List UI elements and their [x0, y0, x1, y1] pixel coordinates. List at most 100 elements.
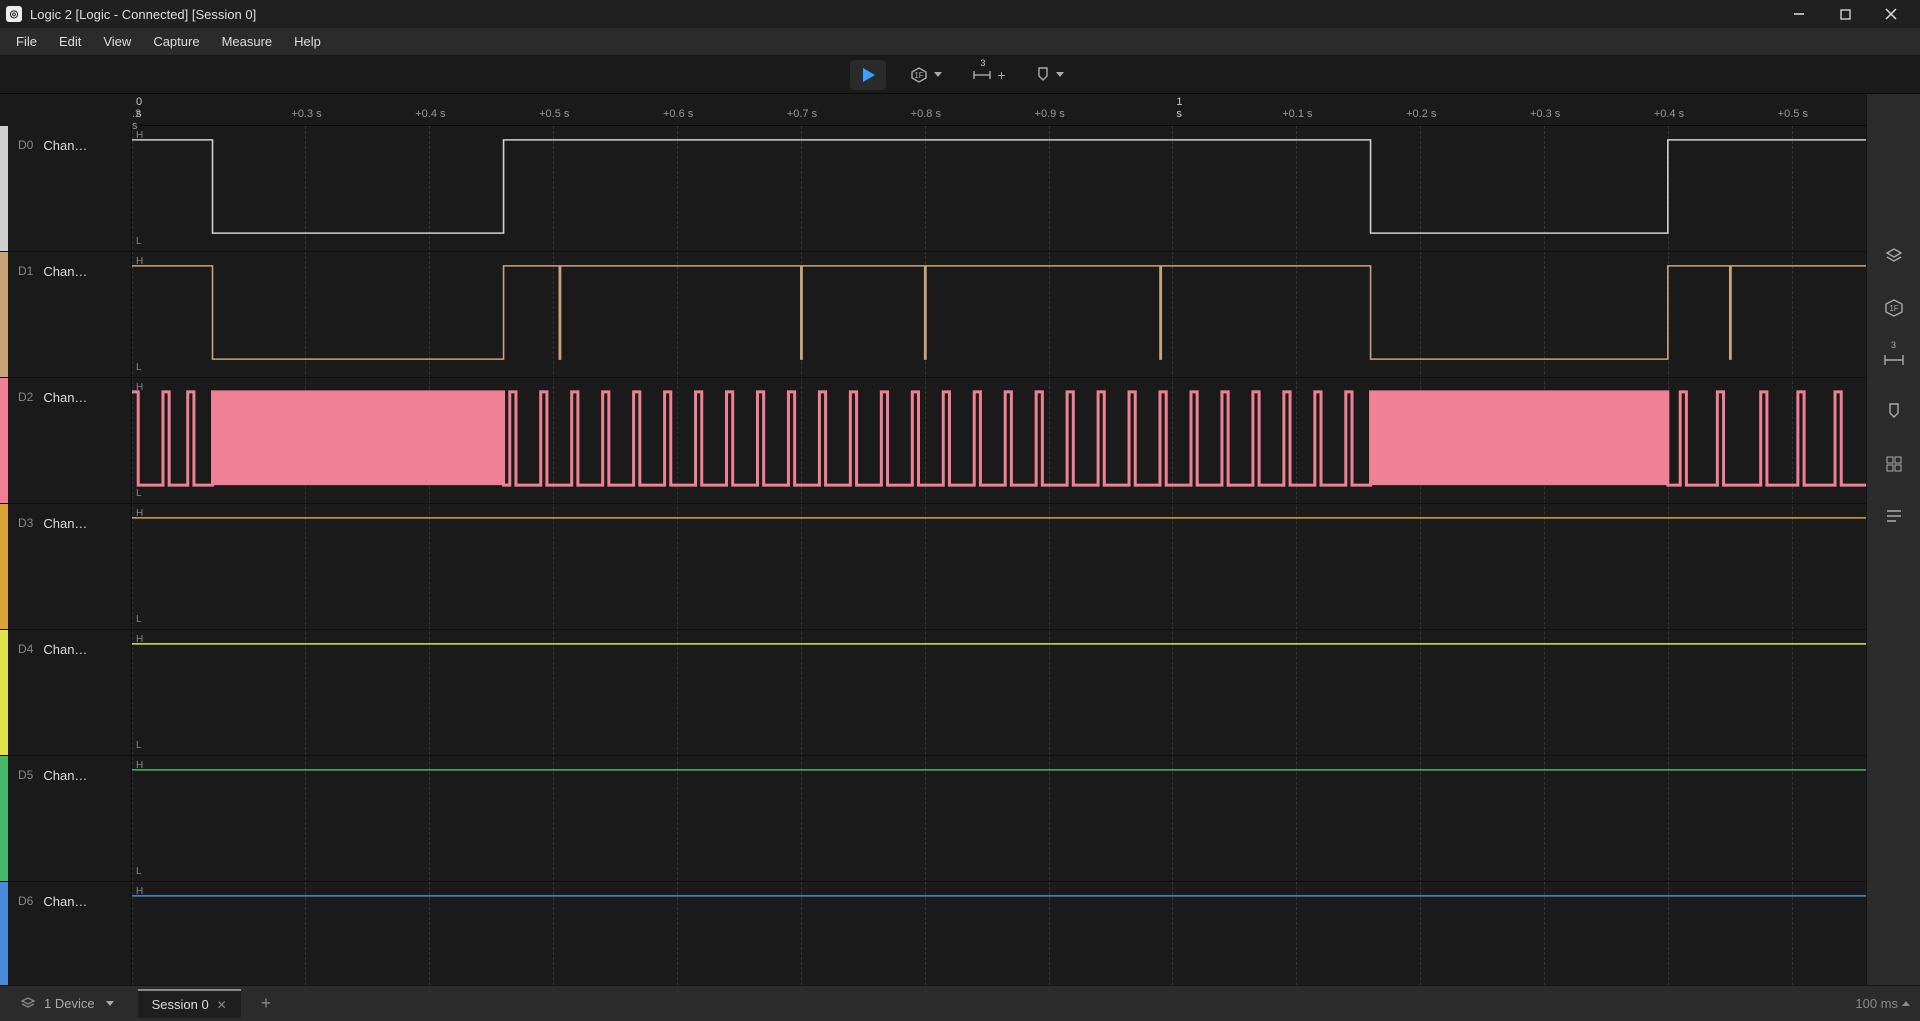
- markers-button[interactable]: [1030, 60, 1070, 90]
- channel-row[interactable]: D4 Chan… HL: [0, 630, 1866, 756]
- channel-color-bar: [0, 756, 8, 881]
- ruler-minor-label: +0.5 s: [1778, 108, 1808, 120]
- svg-text:1F: 1F: [915, 71, 924, 80]
- menu-capture[interactable]: Capture: [143, 30, 209, 53]
- maximize-button[interactable]: [1822, 0, 1868, 28]
- menu-edit[interactable]: Edit: [49, 30, 91, 53]
- channel-waveform[interactable]: HL: [132, 504, 1866, 629]
- menubar: File Edit View Capture Measure Help: [0, 28, 1920, 56]
- chevron-down-icon: [106, 1001, 114, 1006]
- panel-timing-button[interactable]: 3: [1882, 348, 1906, 372]
- analyzers-button[interactable]: 1F: [904, 60, 948, 90]
- channel-waveform[interactable]: HL: [132, 630, 1866, 755]
- channel-color-bar: [0, 378, 8, 503]
- channel-waveform[interactable]: HL: [132, 252, 1866, 377]
- session-tab[interactable]: Session 0 ✕: [138, 989, 241, 1018]
- channel-waveform[interactable]: HL: [132, 882, 1866, 985]
- channel-row[interactable]: D1 Chan… HL: [0, 252, 1866, 378]
- menu-file[interactable]: File: [6, 30, 47, 53]
- ruler-major-label: 1 s: [1176, 96, 1182, 120]
- main-area: 0 s.2 s1 s+0.3 s+0.4 s+0.5 s+0.6 s+0.7 s…: [0, 94, 1920, 985]
- timing-side-badge: 3: [1891, 340, 1896, 350]
- panel-markers-button[interactable]: [1882, 400, 1906, 424]
- channels-container: D0Chan…HLD1Chan…HLD2Chan…HLD3Chan…HLD4Ch…: [0, 126, 1866, 985]
- channel-label[interactable]: D0Chan…: [0, 126, 132, 251]
- grid-icon: [1885, 455, 1903, 473]
- close-icon: [1885, 8, 1897, 20]
- ruler-minor-label: +0.3 s: [1530, 108, 1560, 120]
- panel-analyzers-button[interactable]: 1F: [1882, 296, 1906, 320]
- wave-svg: [132, 378, 1866, 503]
- device-icon: [20, 996, 36, 1012]
- channel-label[interactable]: D3Chan…: [0, 504, 132, 629]
- panel-extensions-button[interactable]: [1882, 452, 1906, 476]
- channel-label[interactable]: D6 Chan…: [0, 882, 132, 985]
- titlebar: ◎ Logic 2 [Logic - Connected] [Session 0…: [0, 0, 1920, 28]
- waveform-area[interactable]: 0 s.2 s1 s+0.3 s+0.4 s+0.5 s+0.6 s+0.7 s…: [0, 94, 1866, 985]
- close-button[interactable]: [1868, 0, 1914, 28]
- channel-name: Chan…: [43, 894, 87, 909]
- close-tab-icon[interactable]: ✕: [217, 998, 227, 1012]
- notes-icon: [1885, 508, 1903, 524]
- plus-icon: +: [997, 67, 1005, 83]
- marker-icon: [1036, 67, 1050, 83]
- menu-help[interactable]: Help: [284, 30, 331, 53]
- channel-waveform[interactable]: HL: [132, 756, 1866, 881]
- device-count: 1 Device: [44, 996, 95, 1011]
- wave-svg: [132, 756, 1866, 881]
- channel-label[interactable]: D1 Chan…: [0, 252, 132, 377]
- minimize-icon: [1793, 8, 1805, 20]
- channel-id: D6: [18, 894, 33, 908]
- menu-measure[interactable]: Measure: [212, 30, 283, 53]
- channel-id: D4: [18, 642, 33, 656]
- ruler-minor-label: +0.1 s: [1282, 108, 1312, 120]
- ruler-minor-label: +0.4 s: [1654, 108, 1684, 120]
- channel-label[interactable]: D2 Chan…: [0, 378, 132, 503]
- channel-waveform[interactable]: HL: [132, 126, 1866, 251]
- channel-label[interactable]: D4 Chan…: [0, 630, 132, 755]
- ruler-minor-label: +0.2 s: [1406, 108, 1436, 120]
- time-ruler[interactable]: 0 s.2 s1 s+0.3 s+0.4 s+0.5 s+0.6 s+0.7 s…: [132, 94, 1866, 126]
- timing-button[interactable]: 3 +: [966, 60, 1011, 90]
- ruler-minor-label: +0.9 s: [1035, 108, 1065, 120]
- channel-name: Chan…: [43, 516, 87, 531]
- channel-row[interactable]: D2 Chan… HL: [0, 378, 1866, 504]
- channel-id: D2: [18, 390, 33, 404]
- channel-name: Chan…: [43, 390, 87, 405]
- channel-color-bar: [0, 504, 8, 629]
- channel-name: Chan…: [43, 642, 87, 657]
- channel-id: D0: [18, 138, 33, 152]
- add-tab-button[interactable]: +: [255, 993, 278, 1014]
- bottombar: 1 Device Session 0 ✕ + 100 ms: [0, 985, 1920, 1021]
- menu-view[interactable]: View: [93, 30, 141, 53]
- right-sidebar: 1F 3: [1866, 94, 1920, 985]
- play-button[interactable]: [850, 60, 886, 90]
- chevron-down-icon: [1056, 72, 1064, 77]
- channel-row[interactable]: D5Chan…HL: [0, 756, 1866, 882]
- wave-svg: [132, 882, 1866, 985]
- ruler-minor-label: +0.6 s: [663, 108, 693, 120]
- ruler-minor-label: +0.5 s: [539, 108, 569, 120]
- app-icon: ◎: [6, 6, 22, 22]
- panel-notes-button[interactable]: [1882, 504, 1906, 528]
- channel-row[interactable]: D3Chan…HL: [0, 504, 1866, 630]
- channel-name: Chan…: [43, 768, 87, 783]
- wave-svg: [132, 252, 1866, 377]
- window-title: Logic 2 [Logic - Connected] [Session 0]: [30, 7, 1776, 22]
- channel-row[interactable]: D6 Chan… HL: [0, 882, 1866, 985]
- channel-name: Chan…: [43, 264, 87, 279]
- channel-id: D1: [18, 264, 33, 278]
- chevron-up-icon: [1902, 1001, 1910, 1006]
- marker-icon: [1886, 403, 1902, 421]
- device-selector[interactable]: 1 Device: [10, 992, 124, 1016]
- channel-label[interactable]: D5Chan…: [0, 756, 132, 881]
- channel-row[interactable]: D0Chan…HL: [0, 126, 1866, 252]
- panel-layers-button[interactable]: [1882, 244, 1906, 268]
- wave-svg: [132, 630, 1866, 755]
- ruler-minor-label: +0.4 s: [415, 108, 445, 120]
- ruler-minor-label: +0.3 s: [291, 108, 321, 120]
- zoom-indicator[interactable]: 100 ms: [1855, 996, 1910, 1011]
- channel-waveform[interactable]: HL: [132, 378, 1866, 503]
- minimize-button[interactable]: [1776, 0, 1822, 28]
- wave-svg: [132, 126, 1866, 251]
